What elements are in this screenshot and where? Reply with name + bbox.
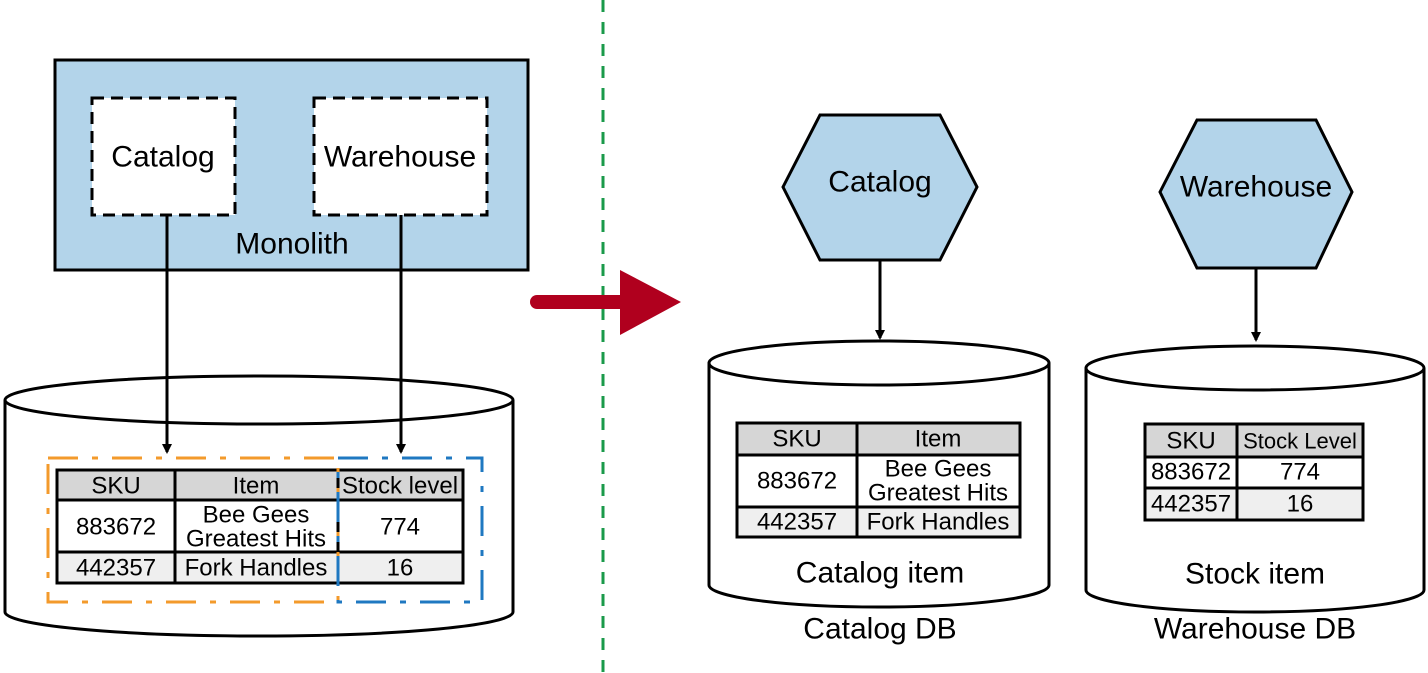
header-sku: SKU <box>1166 428 1215 455</box>
cell-stock: 774 <box>1280 459 1320 486</box>
monolith-label: Monolith <box>235 228 348 261</box>
transition-arrow <box>530 270 681 335</box>
warehouse-module-label: Warehouse <box>324 141 476 174</box>
warehouse-db-label: Warehouse DB <box>1154 613 1356 646</box>
catalog-service-label: Catalog <box>828 166 931 199</box>
header-item: Item <box>233 473 280 500</box>
catalog-db-label: Catalog DB <box>803 613 956 646</box>
cell-sku: 883672 <box>1151 459 1231 486</box>
warehouse-service-label: Warehouse <box>1180 171 1332 204</box>
cell-sku: 883672 <box>76 514 156 541</box>
catalog-module-label: Catalog <box>111 141 214 174</box>
cell-item: Bee Gees <box>885 456 992 483</box>
monolith: Catalog Warehouse Monolith <box>53 58 530 272</box>
cell-sku: 883672 <box>757 468 837 495</box>
warehouse-service: Warehouse <box>1158 118 1354 270</box>
stock-table-label: Stock item <box>1185 558 1325 591</box>
cell-item: Fork Handles <box>867 509 1010 536</box>
header-stock: Stock level <box>342 473 458 500</box>
diagram: Catalog Warehouse Monolith SKU Item Stoc… <box>3 0 1426 673</box>
header-item: Item <box>915 426 962 453</box>
cell-item: Greatest Hits <box>186 526 326 553</box>
header-sku: SKU <box>91 473 140 500</box>
shared-table: SKU Item Stock level 883672 Bee Gees Gre… <box>55 468 465 585</box>
cell-item: Bee Gees <box>203 502 310 529</box>
cell-sku: 442357 <box>1151 491 1231 518</box>
warehouse-database: SKU Stock Level 883672 774 442357 16 Sto… <box>1084 344 1426 614</box>
cell-stock: 774 <box>380 514 420 541</box>
header-stock: Stock Level <box>1243 429 1357 454</box>
catalog-database: SKU Item 883672 Bee Gees Greatest Hits 4… <box>707 339 1051 609</box>
cell-sku: 442357 <box>76 555 156 582</box>
catalog-service: Catalog <box>781 113 979 262</box>
cell-stock: 16 <box>387 555 414 582</box>
cell-sku: 442357 <box>757 509 837 536</box>
cell-item: Fork Handles <box>185 555 328 582</box>
catalog-table-label: Catalog item <box>796 557 964 590</box>
header-sku: SKU <box>772 426 821 453</box>
cell-item: Greatest Hits <box>868 480 1008 507</box>
cell-stock: 16 <box>1287 491 1314 518</box>
